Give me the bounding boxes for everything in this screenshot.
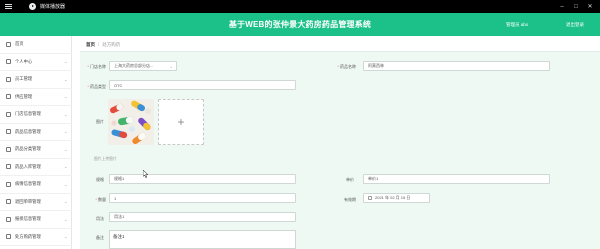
breadcrumb-home[interactable]: 首页 bbox=[86, 42, 95, 47]
chevron-down-icon: ⌄ bbox=[64, 146, 68, 152]
user-icon bbox=[6, 59, 11, 65]
price-label: 单价 bbox=[346, 177, 354, 182]
sidebar-item-staff[interactable]: 员工管理 ⌄ bbox=[0, 71, 72, 89]
upload-hint: 图片上传图片 bbox=[94, 157, 117, 161]
sidebar-item-supply[interactable]: 供应管理 ⌄ bbox=[0, 89, 72, 106]
sidebar-item-drug-info[interactable]: 药品信息管理 ⌄ bbox=[0, 124, 72, 141]
sidebar-item-return[interactable]: 退回单审管理 ⌄ bbox=[0, 194, 72, 211]
menu-icon[interactable] bbox=[5, 4, 12, 9]
sidebar-item-label: 门店信息管理 bbox=[15, 111, 41, 117]
return-icon bbox=[6, 199, 11, 205]
chevron-down-icon: ⌄ bbox=[64, 234, 68, 240]
breadcrumb: 首页 / 处方购药 bbox=[86, 42, 120, 48]
sidebar-item-label: 药品信息管理 bbox=[15, 128, 41, 134]
app-header: 基于WEB的张仲景大药房药品管理系统 管理员 abo 退出登录 bbox=[0, 13, 600, 36]
chevron-down-icon: ⌄ bbox=[64, 59, 68, 65]
plus-icon: + bbox=[177, 115, 185, 129]
chevron-down-icon: ⌄ bbox=[169, 64, 173, 69]
window-title: 媒体播放器 bbox=[40, 4, 66, 10]
sidebar-item-label: 首页 bbox=[15, 41, 24, 47]
sidebar-item-home[interactable]: 首页 bbox=[0, 36, 72, 54]
usage-label: 用法 bbox=[96, 216, 104, 221]
condition-icon bbox=[6, 181, 11, 187]
sidebar-item-store[interactable]: 门店信息管理 ⌄ bbox=[0, 106, 72, 124]
drug-type-label: * 药品类型 bbox=[87, 84, 106, 89]
chevron-down-icon: ⌄ bbox=[64, 199, 68, 205]
price-field[interactable]: 单价1 bbox=[363, 174, 550, 184]
note-textarea[interactable]: 备注1 bbox=[109, 230, 296, 249]
date-picker[interactable]: 2021 年 02 月 15 日 bbox=[363, 193, 430, 203]
store-label: * 门店名称 bbox=[87, 64, 106, 69]
prescription-icon bbox=[6, 234, 11, 240]
drug-type-field[interactable]: OTC bbox=[109, 80, 296, 90]
sidebar-item-condition[interactable]: 病情信息管理 ⌄ bbox=[0, 176, 72, 194]
sidebar: 首页 个人中心 ⌄ 员工管理 ⌄ 供应管理 ⌄ 门店信息管理 ⌄ 药品信息管理 … bbox=[0, 36, 72, 249]
sidebar-item-label: 供应管理 bbox=[15, 93, 33, 99]
chevron-down-icon: ⌄ bbox=[64, 164, 68, 170]
spec-label: 规格 bbox=[96, 177, 104, 182]
image-label: 图片 bbox=[96, 119, 104, 124]
category-icon bbox=[6, 146, 11, 152]
inbound-icon bbox=[6, 164, 11, 170]
sidebar-item-label: 员工管理 bbox=[15, 76, 33, 82]
chevron-down-icon: ⌄ bbox=[64, 129, 68, 135]
sidebar-item-label: 个人中心 bbox=[15, 58, 33, 64]
chevron-down-icon: ⌄ bbox=[64, 181, 68, 187]
breadcrumb-separator: / bbox=[98, 42, 100, 47]
minimize-button[interactable]: – bbox=[557, 2, 567, 11]
close-button[interactable]: ✕ bbox=[585, 2, 595, 11]
sidebar-item-label: 报损信息管理 bbox=[15, 216, 41, 222]
breadcrumb-current: 处方购药 bbox=[102, 42, 121, 47]
sidebar-item-loss[interactable]: 报损信息管理 ⌄ bbox=[0, 211, 72, 229]
drug-name-label: * 药品名称 bbox=[337, 64, 356, 69]
store-select[interactable]: 上海大药房总部分店... ⌄ bbox=[109, 61, 177, 71]
sidebar-item-label: 退回单审管理 bbox=[15, 198, 41, 204]
drug-icon bbox=[6, 129, 11, 135]
chevron-down-icon: ⌄ bbox=[64, 76, 68, 82]
media-player-icon bbox=[29, 3, 36, 10]
date-label: 有效期 bbox=[344, 197, 356, 202]
maximize-button[interactable]: □ bbox=[571, 2, 581, 11]
spec-field[interactable]: 规格1 bbox=[109, 174, 296, 184]
chevron-down-icon: ⌄ bbox=[64, 94, 68, 100]
store-icon bbox=[6, 111, 11, 117]
drug-name-field[interactable]: 阿莫西林 bbox=[363, 61, 550, 71]
qty-label: * 数量 bbox=[95, 197, 106, 202]
usage-field[interactable]: 用法1 bbox=[109, 212, 296, 222]
sidebar-item-label: 处方购药管理 bbox=[15, 233, 41, 239]
calendar-icon bbox=[368, 196, 372, 200]
drug-image bbox=[108, 99, 154, 145]
sidebar-item-label: 药品入库管理 bbox=[15, 163, 41, 169]
supply-icon bbox=[6, 94, 11, 100]
mouse-cursor-icon bbox=[143, 170, 149, 178]
loss-icon bbox=[6, 216, 11, 222]
sidebar-item-profile[interactable]: 个人中心 ⌄ bbox=[0, 54, 72, 71]
chevron-down-icon: ⌄ bbox=[64, 111, 68, 117]
sidebar-item-drug-category[interactable]: 药品分类管理 ⌄ bbox=[0, 141, 72, 159]
window-titlebar: 媒体播放器 – □ ✕ bbox=[0, 0, 600, 13]
image-upload-button[interactable]: + bbox=[158, 99, 204, 145]
logout-link[interactable]: 退出登录 bbox=[566, 22, 584, 28]
staff-icon bbox=[6, 76, 11, 82]
sidebar-item-prescription[interactable]: 处方购药管理 ⌄ bbox=[0, 229, 72, 246]
sidebar-item-label: 病情信息管理 bbox=[15, 181, 41, 187]
sidebar-item-inbound[interactable]: 药品入库管理 ⌄ bbox=[0, 159, 72, 176]
qty-field[interactable]: 1 bbox=[109, 193, 296, 203]
note-label: 备注 bbox=[96, 235, 104, 240]
chevron-down-icon: ⌄ bbox=[64, 216, 68, 222]
current-user[interactable]: 管理员 abo bbox=[506, 22, 528, 28]
sidebar-item-label: 药品分类管理 bbox=[15, 146, 41, 152]
home-icon bbox=[6, 41, 11, 47]
